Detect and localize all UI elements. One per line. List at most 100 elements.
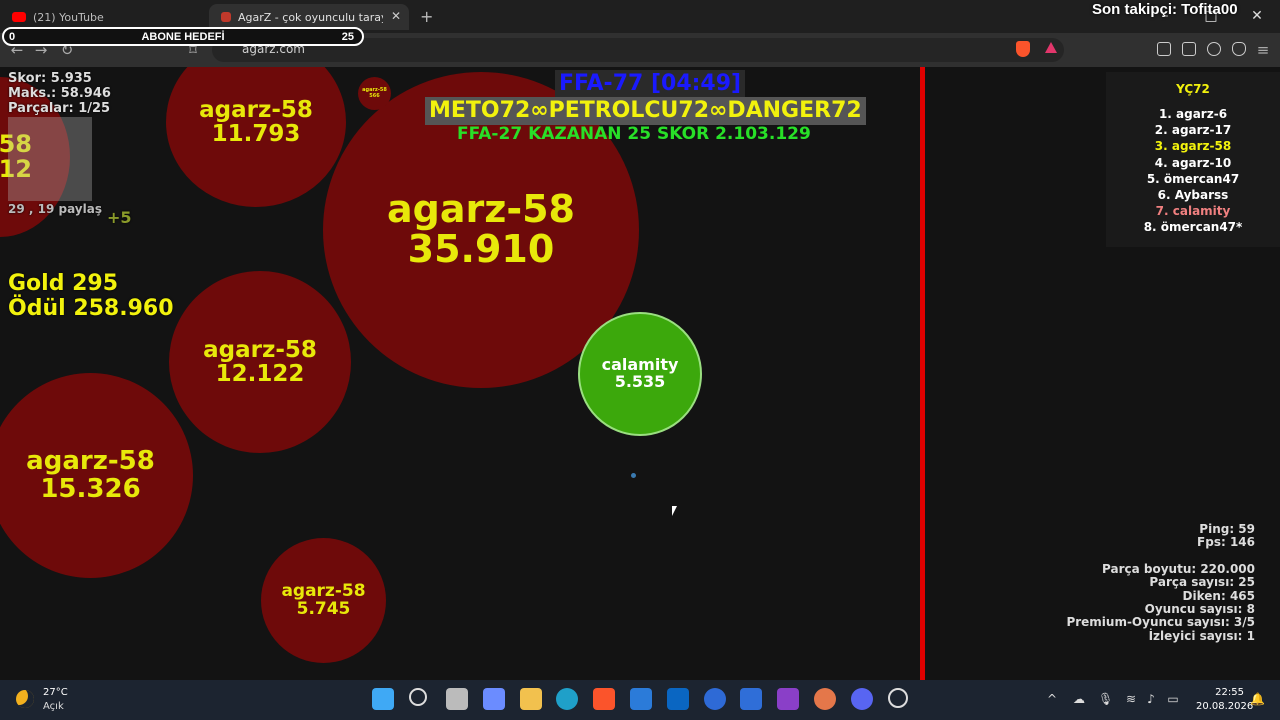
player-cell: agarz-58 5.745 [261, 538, 386, 663]
cell-name: agarz-58 [203, 336, 317, 363]
minimap [8, 117, 92, 201]
brave-rewards-icon[interactable] [1045, 42, 1057, 53]
microphone-icon[interactable]: 🎙 [1098, 692, 1113, 706]
viewer-count-text: İzleyici sayısı: 1 [1148, 628, 1255, 643]
player-cell: agarz-58 12.122 [169, 271, 351, 453]
cell-mass: 15.326 [40, 473, 141, 504]
claude-icon[interactable] [814, 688, 836, 710]
clock-time[interactable]: 22:55 [1208, 687, 1244, 698]
player-cell: agarz-58 11.793 [166, 67, 346, 207]
goal-label: ABONE HEDEFİ [141, 31, 225, 43]
piece-size-text: Parça boyutu: 220.000 [1102, 561, 1255, 576]
new-tab-button[interactable]: + [420, 7, 433, 26]
cell-name: agarz-58 [199, 96, 313, 123]
spikes-text: Diken: 465 [1182, 588, 1255, 603]
battery-icon[interactable]: ▭ [1166, 692, 1180, 706]
discord-icon[interactable] [851, 688, 873, 710]
linkedin-icon[interactable] [667, 688, 689, 710]
brave-icon[interactable] [593, 688, 615, 710]
server-title: FFA-77 [04:49] [555, 70, 746, 98]
player-stats: Skor: 5.935 Maks.: 58.946 Parçalar: 1/25 [8, 71, 111, 116]
cell-mass: 11.793 [211, 121, 301, 147]
teams-banner: METO72∞PETROLCU72∞DANGER72 [425, 97, 866, 125]
tab-label: (21) YouTube [33, 10, 104, 24]
edge-icon[interactable] [556, 688, 578, 710]
map-border [920, 67, 925, 680]
player-count-text: Oyuncu sayısı: 8 [1144, 602, 1255, 617]
last-follower-overlay: Son takipçi: Tofita00 [1092, 1, 1238, 18]
close-window-button[interactable]: ✕ [1234, 0, 1280, 33]
tab-label: AgarZ - çok oyunculu tarayıcı oy [238, 10, 383, 24]
game-canvas[interactable]: -58 12 agarz-58 11.793 agarz-58 35.910 a… [0, 67, 1280, 680]
enemy-cell-calamity: calamity 5.535 [578, 312, 702, 436]
cell-mass: 5.745 [296, 598, 351, 619]
score-text: Skor: 5.935 [8, 71, 92, 86]
visual-studio-icon[interactable] [777, 688, 799, 710]
close-tab-icon[interactable]: ✕ [391, 9, 401, 23]
reward-text: Ödül 258.960 [8, 296, 174, 321]
store-icon[interactable] [630, 688, 652, 710]
search-icon[interactable] [409, 688, 427, 706]
food-pellet [631, 473, 636, 478]
leaderboard-row: 7. calamity [1155, 204, 1231, 219]
leo-ai-icon[interactable] [1207, 42, 1221, 56]
obs-icon[interactable] [888, 688, 908, 708]
file-explorer-icon[interactable] [520, 688, 542, 710]
tray-chevron-icon[interactable]: ^ [1045, 692, 1059, 706]
weather-temp: 27°C [43, 687, 68, 698]
fps-text: Fps: 146 [1197, 535, 1255, 550]
player-cell-small: agarz-58 566 [358, 77, 391, 110]
bonus-text: +5 [107, 208, 132, 227]
pieces-text: Parçalar: 1/25 [8, 101, 111, 116]
mouse-cursor-icon [672, 506, 677, 516]
cell-name: agarz-58 [281, 580, 366, 601]
leaderboard-row: 4. agarz-10 [1154, 155, 1232, 170]
azure-icon[interactable] [740, 688, 762, 710]
vpn-icon[interactable] [1232, 42, 1246, 56]
cell-mass: 5.535 [614, 372, 666, 391]
leaderboard-title: YÇ72 [1176, 82, 1210, 96]
sidebar-icon[interactable] [1157, 42, 1171, 56]
app-store-icon[interactable] [704, 688, 726, 710]
agarz-favicon-icon [221, 12, 231, 22]
max-score-text: Maks.: 58.946 [8, 86, 111, 101]
server-info: Ping: 59 Fps: 146 Parça boyutu: 220.000 … [1066, 522, 1255, 643]
taskbar: 27°C Açık ^ ☁ 🎙 ≋ ♪ ▭ 22:55 20.08.2026 🔔 [0, 680, 1280, 720]
cell-mass: 566 [369, 92, 380, 99]
leaderboard-row: 1. agarz-6 [1158, 107, 1228, 121]
volume-icon[interactable]: ♪ [1144, 692, 1158, 706]
player-cell: agarz-58 15.326 [0, 373, 193, 578]
piece-count-text: Parça sayısı: 25 [1149, 575, 1255, 590]
wallet-icon[interactable] [1182, 42, 1196, 56]
gold-reward: Gold 295 Ödül 258.960 [8, 271, 174, 321]
cloud-icon[interactable]: ☁ [1072, 692, 1086, 706]
cell-mass: 35.910 [407, 227, 555, 271]
goal-max: 25 [341, 31, 354, 43]
youtube-icon [12, 12, 26, 22]
brave-shields-icon[interactable] [1016, 41, 1030, 57]
share-text[interactable]: 29 , 19 paylaş [8, 202, 102, 216]
copilot-icon[interactable] [483, 688, 505, 710]
winner-banner: FFA-27 KAZANAN 25 SKOR 2.103.129 [457, 124, 811, 144]
menu-icon[interactable]: ≡ [1252, 39, 1274, 61]
leaderboard-row: 6. Aybarss [1157, 188, 1229, 203]
cell-mass: 12.122 [215, 361, 305, 387]
leaderboard-row: 8. ömercan47* [1143, 220, 1243, 235]
clock-date[interactable]: 20.08.2026 [1196, 701, 1253, 712]
wifi-icon[interactable]: ≋ [1124, 692, 1138, 706]
start-icon[interactable] [372, 688, 394, 710]
leaderboard-row: 2. agarz-17 [1154, 123, 1232, 138]
leaderboard-row: 5. ömercan47 [1146, 171, 1240, 186]
premium-count-text: Premium-Oyuncu sayısı: 3/5 [1066, 615, 1255, 630]
subscriber-goal-bar: 0 ABONE HEDEFİ 25 [2, 27, 364, 46]
cell-name: agarz-58 [387, 187, 575, 232]
ping-text: Ping: 59 [1199, 522, 1255, 536]
cell-name: agarz-58 [26, 446, 155, 477]
task-view-icon[interactable] [446, 688, 468, 710]
notification-icon[interactable]: 🔔 [1250, 692, 1265, 706]
gold-text: Gold 295 [8, 271, 119, 296]
weather-desc: Açık [43, 701, 64, 712]
weather-moon-icon[interactable] [16, 690, 34, 708]
leaderboard: YÇ72 1. agarz-6 2. agarz-17 3. agarz-58 … [1106, 72, 1280, 247]
leaderboard-row-self: 3. agarz-58 [1154, 139, 1232, 154]
